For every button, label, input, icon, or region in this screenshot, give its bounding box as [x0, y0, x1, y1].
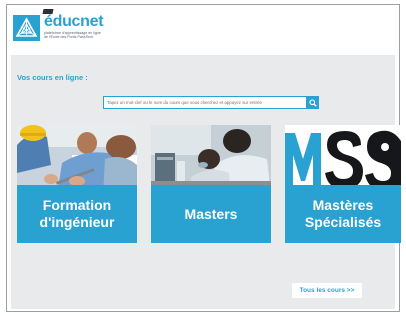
search-icon [308, 98, 317, 107]
search-button[interactable] [306, 96, 319, 109]
card-label: Masters [184, 205, 238, 222]
all-courses-link[interactable]: Tous les cours >> [292, 283, 362, 298]
course-card-masteres-specialises[interactable]: Mastères Spécialisés [285, 125, 401, 243]
brand-name: éducnet [42, 9, 104, 31]
educnet-logo[interactable]: éducnet plateforme d'apprentissage en li… [13, 9, 113, 45]
tagline-line-2: de l'École des Ponts ParisTech [44, 35, 94, 40]
course-card-masters[interactable]: Masters [151, 125, 271, 243]
graduation-cap-icon [42, 9, 54, 14]
course-search-bar [103, 96, 319, 109]
page-frame: éducnet plateforme d'apprentissage en li… [6, 4, 401, 312]
course-card-formation-ingenieur[interactable]: Formation d'ingénieur [17, 125, 137, 243]
card-band: Masters [151, 185, 271, 243]
brand-text: ducnet [52, 13, 104, 30]
card-label: Formation d'ingénieur [39, 197, 115, 230]
card-band: Formation d'ingénieur [17, 185, 137, 243]
section-title: Vos cours en ligne : [17, 73, 88, 82]
course-search-input[interactable] [104, 97, 306, 108]
logo-badge-icon [13, 15, 40, 41]
card-band: Mastères Spécialisés [285, 185, 401, 243]
brand-tagline: plateforme d'apprentissage en ligne de l… [44, 31, 124, 39]
brand-letter-e: é [44, 13, 53, 30]
card-label: Mastères Spécialisés [304, 197, 382, 230]
